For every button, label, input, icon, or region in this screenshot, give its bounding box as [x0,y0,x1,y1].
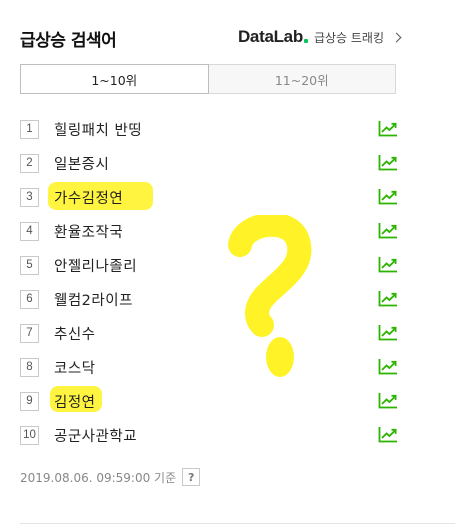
trend-chart-icon[interactable] [378,256,398,273]
keyword-link[interactable]: 일본증시 [54,153,109,174]
chevron-right-icon [391,32,402,42]
trend-chart-icon[interactable] [378,188,398,205]
keyword-link[interactable]: 추신수 [54,323,96,344]
datalab-link-label: 급상승 트래킹 [313,30,384,45]
trend-chart-icon[interactable] [378,426,398,443]
datalab-logo: DataLab [237,27,303,46]
update-timestamp: 2019.08.06. 09:59:00 기준 ? [20,468,201,486]
trend-chart-icon[interactable] [378,290,398,307]
keyword-row[interactable]: 7 추신수 [20,316,400,350]
keyword-row[interactable]: 3 가수김정연 [20,180,400,214]
keyword-link[interactable]: 힐링패치 반띵 [54,119,142,140]
tab-rank-1-10[interactable]: 1~10위 [20,64,209,94]
rank-number: 8 [20,357,39,377]
trend-chart-icon[interactable] [378,392,398,409]
trend-chart-icon[interactable] [378,120,398,137]
datalab-logo-dot [303,39,308,43]
rank-number: 6 [20,289,39,309]
rank-number: 7 [20,323,39,343]
keyword-row[interactable]: 10 공군사관학교 [20,418,400,452]
help-icon[interactable]: ? [182,468,201,486]
header: 급상승 검색어 DataLab 급상승 트래킹 [20,24,402,54]
page-title: 급상승 검색어 [20,31,117,51]
rank-number: 10 [20,425,39,445]
keyword-link[interactable]: 웰컴2라이프 [54,289,133,310]
keyword-row[interactable]: 9 김정연 [20,384,400,418]
keyword-row[interactable]: 8 코스닥 [20,350,400,384]
trend-chart-icon[interactable] [378,358,398,375]
keyword-link[interactable]: 공군사관학교 [54,425,137,446]
rank-number: 4 [20,221,39,241]
rank-tabs: 1~10위 11~20위 [20,64,396,94]
keyword-list: 1 힐링패치 반띵 2 일본증시 3 가수김정연 4 환율조작국 5 안젤리나졸리 6 웰컴2라이프 7… [20,112,400,452]
divider [20,523,455,524]
datalab-tracking-link[interactable]: DataLab 급상승 트래킹 [237,27,402,47]
trend-chart-icon[interactable] [378,222,398,239]
rank-number: 2 [20,153,39,173]
rank-number: 3 [20,187,39,207]
trend-chart-icon[interactable] [378,154,398,171]
keyword-link[interactable]: 김정연 [54,391,96,412]
keyword-link[interactable]: 가수김정연 [54,187,123,208]
keyword-link[interactable]: 환율조작국 [54,221,123,242]
trend-chart-icon[interactable] [378,324,398,341]
keyword-link[interactable]: 코스닥 [54,357,96,378]
keyword-link[interactable]: 안젤리나졸리 [54,255,137,276]
keyword-row[interactable]: 2 일본증시 [20,146,400,180]
keyword-row[interactable]: 4 환율조작국 [20,214,400,248]
keyword-row[interactable]: 1 힐링패치 반띵 [20,112,400,146]
rank-number: 5 [20,255,39,275]
keyword-row[interactable]: 5 안젤리나졸리 [20,248,400,282]
rank-number: 9 [20,391,39,411]
rank-number: 1 [20,119,39,139]
tab-rank-11-20[interactable]: 11~20위 [208,64,396,94]
keyword-row[interactable]: 6 웰컴2라이프 [20,282,400,316]
timestamp-text: 2019.08.06. 09:59:00 기준 [20,470,177,485]
